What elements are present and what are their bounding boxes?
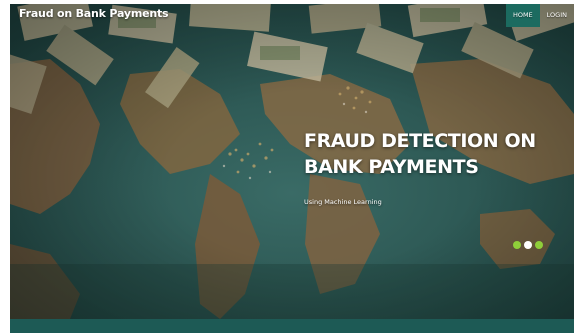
hero-subtitle: Using Machine Learning xyxy=(304,198,382,206)
nav-home-link[interactable]: HOME xyxy=(505,4,540,27)
carousel-dot-1[interactable] xyxy=(513,241,521,249)
section-footer-band xyxy=(10,319,574,333)
hero-title: FRAUD DETECTION ON BANK PAYMENTS xyxy=(304,128,564,180)
hero-banner: Fraud on Bank Payments HOME LOGIN FRAUD … xyxy=(10,4,574,319)
page: Fraud on Bank Payments HOME LOGIN FRAUD … xyxy=(0,0,574,333)
hero-title-line-2: BANK PAYMENTS xyxy=(304,156,479,178)
nav-login-link[interactable]: LOGIN xyxy=(540,4,574,27)
carousel-dot-2[interactable] xyxy=(524,241,532,249)
brand-logo[interactable]: Fraud on Bank Payments xyxy=(19,7,169,20)
carousel-indicators xyxy=(513,241,543,249)
nav-links: HOME LOGIN xyxy=(505,4,574,27)
hero-title-line-1: FRAUD DETECTION ON xyxy=(304,130,536,152)
navbar: Fraud on Bank Payments HOME LOGIN xyxy=(10,4,574,27)
carousel-dot-3[interactable] xyxy=(535,241,543,249)
